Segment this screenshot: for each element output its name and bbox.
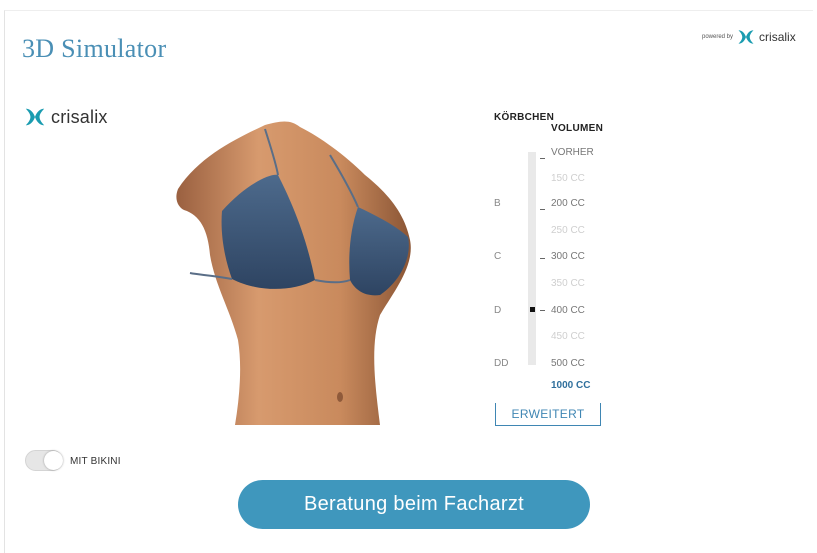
volume-option-450[interactable]: 450 CC <box>551 331 585 342</box>
powered-by-text: powered by <box>702 34 734 40</box>
cup-size-header: KÖRBCHEN <box>494 112 555 123</box>
3d-torso-model[interactable] <box>170 115 420 430</box>
bikini-toggle[interactable] <box>25 450 63 471</box>
volume-option-250[interactable]: 250 CC <box>551 225 585 236</box>
selected-volume-value: 1000 CC <box>551 380 591 391</box>
slider-tick <box>540 310 545 311</box>
volume-option-150[interactable]: 150 CC <box>551 173 585 184</box>
crisalix-x-icon <box>738 30 754 44</box>
logo-text: crisalix <box>51 106 108 127</box>
powered-by-brand: crisalix <box>759 30 796 44</box>
volume-option-400[interactable]: 400 CC <box>551 305 585 316</box>
volume-slider-handle[interactable] <box>530 307 535 312</box>
volume-option-300[interactable]: 300 CC <box>551 251 585 262</box>
cup-label-d: D <box>494 305 502 316</box>
expand-button[interactable]: ERWEITERT <box>495 403 601 426</box>
volume-option-350[interactable]: 350 CC <box>551 278 585 289</box>
volume-option-vorher[interactable]: VORHER <box>551 147 594 158</box>
powered-by-badge[interactable]: powered by crisalix <box>702 28 796 46</box>
cup-label-dd: DD <box>494 358 509 369</box>
cup-label-b: B <box>494 198 501 209</box>
slider-tick <box>540 158 545 159</box>
page-title: 3D Simulator <box>22 34 167 63</box>
bikini-toggle-label: MIT BIKINI <box>70 456 121 467</box>
slider-tick <box>540 209 545 210</box>
consultation-button[interactable]: Beratung beim Facharzt <box>238 480 590 529</box>
toggle-knob <box>44 451 63 470</box>
volume-slider-track[interactable] <box>528 152 536 365</box>
volume-option-500[interactable]: 500 CC <box>551 358 585 369</box>
cup-label-c: C <box>494 251 502 262</box>
crisalix-logo: crisalix <box>24 106 108 128</box>
navel <box>337 392 343 402</box>
crisalix-x-icon <box>25 108 45 126</box>
volume-header: VOLUMEN <box>551 123 604 134</box>
volume-option-200[interactable]: 200 CC <box>551 198 585 209</box>
slider-tick <box>540 258 545 259</box>
